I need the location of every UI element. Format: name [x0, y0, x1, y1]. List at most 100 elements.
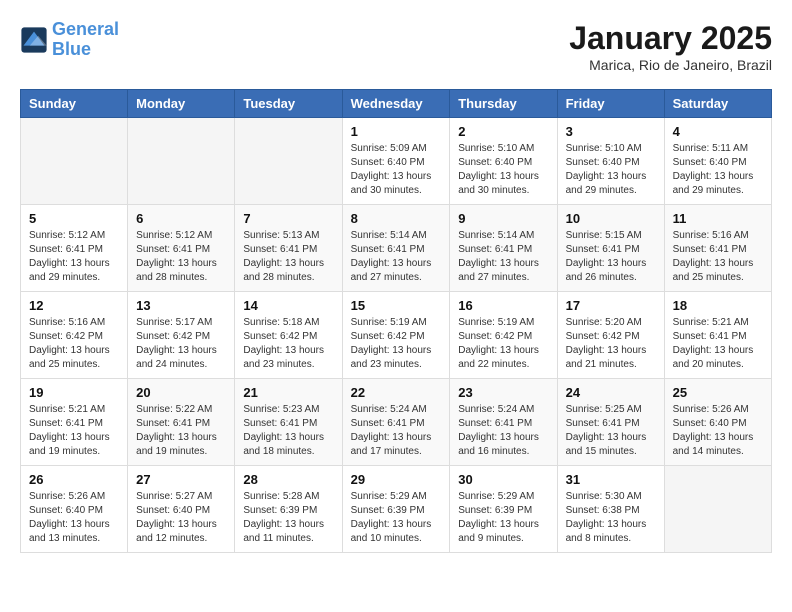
day-info: Sunrise: 5:26 AM Sunset: 6:40 PM Dayligh…: [673, 403, 763, 459]
calendar-cell: 21 Sunrise: 5:23 AM Sunset: 6:41 PM Dayli…: [235, 379, 342, 466]
calendar-cell: 2Sunrise: 5:10 AM Sunset: 6:40 PM Daylig…: [450, 118, 557, 205]
calendar-cell: 19Sunrise: 5:21 AM Sunset: 6:41 PM Dayli…: [21, 379, 128, 466]
day-number: 12: [29, 298, 119, 313]
day-info: Sunrise: 5:09 AM Sunset: 6:40 PM Dayligh…: [351, 142, 442, 198]
calendar-week-row: 5 Sunrise: 5:12 AM Sunset: 6:41 PM Daylig…: [21, 205, 772, 292]
day-number: 8: [351, 211, 442, 226]
day-info: Sunrise: 5:14 AM Sunset: 6:41 PM Dayligh…: [351, 229, 442, 285]
day-number: 25: [673, 385, 763, 400]
calendar-cell: [21, 118, 128, 205]
logo: General Blue: [20, 20, 119, 60]
calendar-cell: 20Sunrise: 5:22 AM Sunset: 6:41 PM Dayli…: [128, 379, 235, 466]
day-number: 16: [458, 298, 548, 313]
day-number: 11: [673, 211, 763, 226]
day-number: 1: [351, 124, 442, 139]
weekday-header: Thursday: [450, 90, 557, 118]
day-info: Sunrise: 5:12 AM Sunset: 6:41 PM Dayligh…: [136, 229, 226, 285]
day-number: 26: [29, 472, 119, 487]
calendar-cell: [128, 118, 235, 205]
logo-blue: Blue: [52, 39, 91, 59]
day-info: Sunrise: 5:17 AM Sunset: 6:42 PM Dayligh…: [136, 316, 226, 372]
weekday-header: Saturday: [664, 90, 771, 118]
day-number: 27: [136, 472, 226, 487]
calendar-cell: 3 Sunrise: 5:10 AM Sunset: 6:40 PM Daylig…: [557, 118, 664, 205]
calendar-cell: 10 Sunrise: 5:15 AM Sunset: 6:41 PM Dayli…: [557, 205, 664, 292]
day-info: Sunrise: 5:19 AM Sunset: 6:42 PM Dayligh…: [351, 316, 442, 372]
day-number: 29: [351, 472, 442, 487]
calendar-cell: 18Sunrise: 5:21 AM Sunset: 6:41 PM Dayli…: [664, 292, 771, 379]
month-title: January 2025: [569, 20, 772, 57]
day-info: Sunrise: 5:16 AM Sunset: 6:41 PM Dayligh…: [673, 229, 763, 285]
day-number: 31: [566, 472, 656, 487]
day-info: Sunrise: 5:14 AM Sunset: 6:41 PM Dayligh…: [458, 229, 548, 285]
logo-icon: [20, 26, 48, 54]
calendar-cell: 29Sunrise: 5:29 AM Sunset: 6:39 PM Dayli…: [342, 466, 450, 553]
calendar-cell: 9Sunrise: 5:14 AM Sunset: 6:41 PM Daylig…: [450, 205, 557, 292]
day-number: 28: [243, 472, 333, 487]
calendar-cell: 5Sunrise: 5:12 AM Sunset: 6:41 PM Daylig…: [21, 205, 128, 292]
calendar-cell: 23 Sunrise: 5:24 AM Sunset: 6:41 PM Dayli…: [450, 379, 557, 466]
calendar-cell: 1 Sunrise: 5:09 AM Sunset: 6:40 PM Daylig…: [342, 118, 450, 205]
logo-text: General Blue: [52, 20, 119, 60]
day-info: Sunrise: 5:21 AM Sunset: 6:41 PM Dayligh…: [673, 316, 763, 372]
day-info: Sunrise: 5:28 AM Sunset: 6:39 PM Dayligh…: [243, 490, 333, 546]
location: Marica, Rio de Janeiro, Brazil: [569, 57, 772, 73]
day-info: Sunrise: 5:13 AM Sunset: 6:41 PM Dayligh…: [243, 229, 333, 285]
weekday-header: Sunday: [21, 90, 128, 118]
weekday-header: Tuesday: [235, 90, 342, 118]
day-info: Sunrise: 5:23 AM Sunset: 6:41 PM Dayligh…: [243, 403, 333, 459]
weekday-header: Monday: [128, 90, 235, 118]
day-info: Sunrise: 5:26 AM Sunset: 6:40 PM Dayligh…: [29, 490, 119, 546]
day-number: 20: [136, 385, 226, 400]
calendar-cell: 26 Sunrise: 5:26 AM Sunset: 6:40 PM Dayli…: [21, 466, 128, 553]
title-block: January 2025 Marica, Rio de Janeiro, Bra…: [569, 20, 772, 73]
day-info: Sunrise: 5:10 AM Sunset: 6:40 PM Dayligh…: [566, 142, 656, 198]
page-header: General Blue January 2025 Marica, Rio de…: [20, 20, 772, 73]
day-number: 23: [458, 385, 548, 400]
day-info: Sunrise: 5:16 AM Sunset: 6:42 PM Dayligh…: [29, 316, 119, 372]
day-number: 4: [673, 124, 763, 139]
calendar-cell: [235, 118, 342, 205]
day-info: Sunrise: 5:27 AM Sunset: 6:40 PM Dayligh…: [136, 490, 226, 546]
calendar-cell: 16 Sunrise: 5:19 AM Sunset: 6:42 PM Dayli…: [450, 292, 557, 379]
weekday-header: Friday: [557, 90, 664, 118]
day-number: 17: [566, 298, 656, 313]
calendar-cell: 27 Sunrise: 5:27 AM Sunset: 6:40 PM Dayli…: [128, 466, 235, 553]
calendar-table: SundayMondayTuesdayWednesdayThursdayFrid…: [20, 89, 772, 553]
day-number: 2: [458, 124, 548, 139]
day-number: 6: [136, 211, 226, 226]
day-info: Sunrise: 5:15 AM Sunset: 6:41 PM Dayligh…: [566, 229, 656, 285]
day-info: Sunrise: 5:29 AM Sunset: 6:39 PM Dayligh…: [458, 490, 548, 546]
calendar-cell: [664, 466, 771, 553]
day-number: 13: [136, 298, 226, 313]
calendar-week-row: 19Sunrise: 5:21 AM Sunset: 6:41 PM Dayli…: [21, 379, 772, 466]
calendar-cell: 17 Sunrise: 5:20 AM Sunset: 6:42 PM Dayli…: [557, 292, 664, 379]
calendar-cell: 11 Sunrise: 5:16 AM Sunset: 6:41 PM Dayli…: [664, 205, 771, 292]
calendar-week-row: 12 Sunrise: 5:16 AM Sunset: 6:42 PM Dayli…: [21, 292, 772, 379]
calendar-cell: 30Sunrise: 5:29 AM Sunset: 6:39 PM Dayli…: [450, 466, 557, 553]
day-number: 3: [566, 124, 656, 139]
calendar-cell: 13 Sunrise: 5:17 AM Sunset: 6:42 PM Dayli…: [128, 292, 235, 379]
calendar-cell: 8 Sunrise: 5:14 AM Sunset: 6:41 PM Daylig…: [342, 205, 450, 292]
day-number: 24: [566, 385, 656, 400]
day-info: Sunrise: 5:18 AM Sunset: 6:42 PM Dayligh…: [243, 316, 333, 372]
day-info: Sunrise: 5:21 AM Sunset: 6:41 PM Dayligh…: [29, 403, 119, 459]
calendar-cell: 7Sunrise: 5:13 AM Sunset: 6:41 PM Daylig…: [235, 205, 342, 292]
day-info: Sunrise: 5:25 AM Sunset: 6:41 PM Dayligh…: [566, 403, 656, 459]
day-info: Sunrise: 5:24 AM Sunset: 6:41 PM Dayligh…: [458, 403, 548, 459]
day-number: 21: [243, 385, 333, 400]
day-info: Sunrise: 5:11 AM Sunset: 6:40 PM Dayligh…: [673, 142, 763, 198]
calendar-week-row: 1 Sunrise: 5:09 AM Sunset: 6:40 PM Daylig…: [21, 118, 772, 205]
day-info: Sunrise: 5:19 AM Sunset: 6:42 PM Dayligh…: [458, 316, 548, 372]
calendar-cell: 25 Sunrise: 5:26 AM Sunset: 6:40 PM Dayli…: [664, 379, 771, 466]
day-number: 5: [29, 211, 119, 226]
day-number: 10: [566, 211, 656, 226]
calendar-cell: 4 Sunrise: 5:11 AM Sunset: 6:40 PM Daylig…: [664, 118, 771, 205]
calendar-cell: 28 Sunrise: 5:28 AM Sunset: 6:39 PM Dayli…: [235, 466, 342, 553]
day-info: Sunrise: 5:20 AM Sunset: 6:42 PM Dayligh…: [566, 316, 656, 372]
weekday-header: Wednesday: [342, 90, 450, 118]
calendar-cell: 14Sunrise: 5:18 AM Sunset: 6:42 PM Dayli…: [235, 292, 342, 379]
day-info: Sunrise: 5:24 AM Sunset: 6:41 PM Dayligh…: [351, 403, 442, 459]
day-info: Sunrise: 5:30 AM Sunset: 6:38 PM Dayligh…: [566, 490, 656, 546]
calendar-cell: 22Sunrise: 5:24 AM Sunset: 6:41 PM Dayli…: [342, 379, 450, 466]
